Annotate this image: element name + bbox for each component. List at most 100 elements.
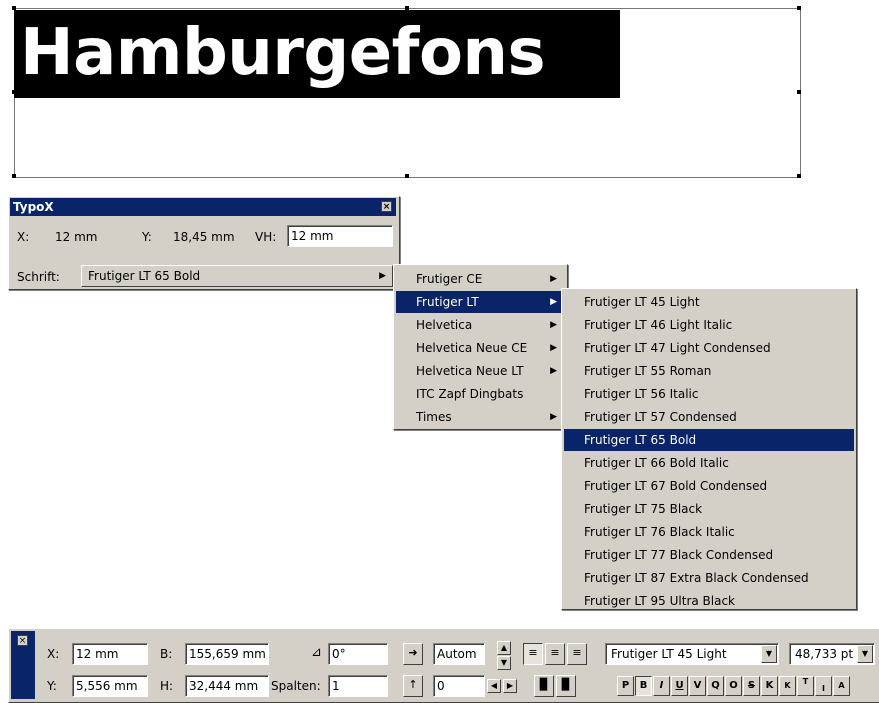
panel-title: TypoX × [10,198,396,216]
format-superscript-button[interactable]: T [797,676,814,696]
spalten-label: Spalten: [271,679,321,693]
y-input[interactable]: 5,556 mm [72,675,148,697]
menu-item-style[interactable]: Frutiger LT 66 Bold Italic [564,452,854,474]
font-dropdown-value: Frutiger LT 65 Bold [88,269,201,283]
menu-item-style[interactable]: Frutiger LT 46 Light Italic [564,314,854,336]
columns-input[interactable]: 1 [328,675,388,697]
format-wordunderline-button[interactable]: V [689,676,706,696]
chevron-right-icon: ▶ [550,320,557,330]
menu-item-style[interactable]: Frutiger LT 67 Bold Condensed [564,475,854,497]
menu-item-label: ITC Zapf Dingbats [416,387,524,401]
spin-right-icon[interactable]: ▶ [503,679,517,693]
y-label: Y: [142,230,152,244]
font-dropdown[interactable]: Frutiger LT 65 Bold ▶ [81,265,393,287]
spacing-input[interactable]: 0 [433,675,485,697]
align-center-icon[interactable]: ≡ [545,643,565,665]
menu-item-label: Frutiger CE [416,272,483,286]
close-icon[interactable]: × [381,201,392,212]
menu-item-style-selected[interactable]: Frutiger LT 65 Bold [564,429,854,451]
toolbar-grip[interactable]: × [11,631,35,699]
spin-left-icon[interactable]: ◀ [487,679,501,693]
menu-item-helvetica-neue-lt[interactable]: Helvetica Neue LT ▶ [396,360,565,382]
width-input[interactable]: 155,659 mm [185,643,269,665]
align-right-icon[interactable]: ≡ [567,643,587,665]
menu-item-frutiger-ce[interactable]: Frutiger CE ▶ [396,268,565,290]
auto-input[interactable]: Autom [433,643,485,665]
menu-item-style[interactable]: Frutiger LT 75 Black [564,498,854,520]
chevron-right-icon: ▶ [550,274,557,284]
menu-item-label: Frutiger LT [416,295,479,309]
menu-item-frutiger-lt[interactable]: Frutiger LT ▶ [396,291,565,313]
chevron-right-icon: ▶ [550,297,557,307]
vh-input[interactable]: 12 mm [287,225,393,247]
frame-handle[interactable] [797,6,801,10]
font-select-value: Frutiger LT 45 Light [611,647,727,661]
format-shadow-button[interactable]: O [725,676,742,696]
b-label: B: [160,647,173,661]
angle-input[interactable]: 0° [328,643,388,665]
format-strikethrough-button[interactable]: S [743,676,760,696]
font-select[interactable]: Frutiger LT 45 Light ▼ [605,643,779,665]
frame-handle[interactable] [405,174,409,178]
format-bold-button[interactable]: B [635,676,652,696]
frame-handle[interactable] [797,174,801,178]
format-smallcaps-button[interactable]: K [779,676,796,696]
spin-up-icon[interactable]: ▲ [497,641,511,655]
x-label: X: [47,647,60,661]
menu-item-helvetica[interactable]: Helvetica ▶ [396,314,565,336]
font-size-select[interactable]: 48,733 pt ▼ [789,643,875,665]
font-label: Schrift: [17,270,60,284]
format-outline-button[interactable]: Q [707,676,724,696]
format-italic-button[interactable]: I [653,676,670,696]
chevron-down-icon[interactable]: ▼ [761,645,777,663]
format-plain-button[interactable]: P [617,676,634,696]
format-subscript-button[interactable]: I [815,676,832,696]
column-layout-icon[interactable]: ▉ [534,675,554,697]
column-layout-2-icon[interactable]: ▉ [556,675,576,697]
menu-item-label: Times [416,410,452,424]
chevron-down-icon[interactable]: ▼ [857,645,873,663]
h-label: H: [160,679,174,693]
angle-icon: ⊿ [311,645,322,660]
frame-handle[interactable] [12,174,16,178]
align-left-icon[interactable]: ≡ [523,643,543,665]
font-style-menu: Frutiger LT 45 Light Frutiger LT 46 Ligh… [561,288,857,610]
frame-handle[interactable] [797,90,801,94]
arrow-up-icon[interactable]: ↑ [403,675,423,697]
height-input[interactable]: 32,444 mm [185,675,269,697]
format-underline-button[interactable]: U [671,676,688,696]
menu-item-style[interactable]: Frutiger LT 45 Light [564,291,854,313]
close-icon[interactable]: × [17,635,28,646]
y-label: Y: [47,679,57,693]
panel-title-text: TypoX [13,200,54,214]
arrow-right-icon[interactable]: ➜ [403,643,423,665]
menu-item-helvetica-neue-ce[interactable]: Helvetica Neue CE ▶ [396,337,565,359]
sample-text[interactable]: Hamburgefons [14,10,620,98]
menu-item-style[interactable]: Frutiger LT 47 Light Condensed [564,337,854,359]
x-input[interactable]: 12 mm [72,643,148,665]
chevron-right-icon: ▶ [379,271,386,281]
font-size-value: 48,733 pt [795,647,854,661]
menu-item-itc-zapf-dingbats[interactable]: ITC Zapf Dingbats [396,383,565,405]
vh-label: VH: [255,230,277,244]
property-toolbar: × X: 12 mm Y: 5,556 mm B: 155,659 mm H: … [8,628,879,703]
menu-item-style[interactable]: Frutiger LT 77 Black Condensed [564,544,854,566]
menu-item-label: Helvetica Neue CE [416,341,528,355]
x-label: X: [17,230,30,244]
typox-panel: TypoX × X: 12 mm Y: 18,45 mm VH: 12 mm S… [8,196,400,290]
menu-item-style[interactable]: Frutiger LT 95 Ultra Black [564,590,854,612]
menu-item-style[interactable]: Frutiger LT 57 Condensed [564,406,854,428]
menu-item-style[interactable]: Frutiger LT 87 Extra Black Condensed [564,567,854,589]
format-caps-button[interactable]: K [761,676,778,696]
menu-item-style[interactable]: Frutiger LT 76 Black Italic [564,521,854,543]
y-value: 18,45 mm [173,230,235,244]
menu-item-style[interactable]: Frutiger LT 56 Italic [564,383,854,405]
format-superior-button[interactable]: A [833,676,850,696]
spin-down-icon[interactable]: ▼ [497,656,511,670]
menu-item-times[interactable]: Times ▶ [396,406,565,428]
menu-item-label: Helvetica [416,318,473,332]
chevron-right-icon: ▶ [550,366,557,376]
menu-item-label: Helvetica Neue LT [416,364,524,378]
menu-item-style[interactable]: Frutiger LT 55 Roman [564,360,854,382]
x-value: 12 mm [55,230,98,244]
